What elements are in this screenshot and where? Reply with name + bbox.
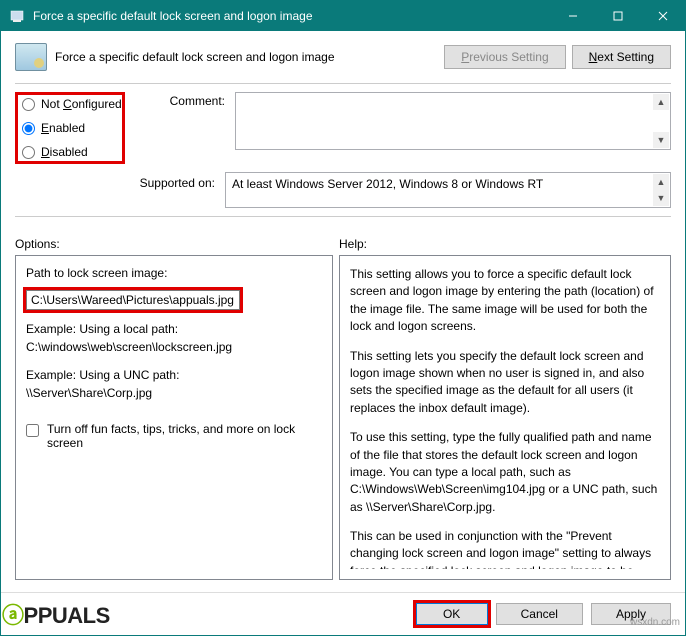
supported-text: At least Windows Server 2012, Windows 8 … xyxy=(232,177,543,191)
radio-not-configured-input[interactable] xyxy=(22,98,35,111)
header-row: Force a specific default lock screen and… xyxy=(15,43,671,71)
policy-header-icon xyxy=(15,43,47,71)
radio-disabled-input[interactable] xyxy=(22,146,35,159)
policy-title: Force a specific default lock screen and… xyxy=(55,50,444,64)
path-input[interactable] xyxy=(26,290,240,310)
example-unc-title: Example: Using a UNC path: xyxy=(26,366,322,384)
help-header: Help: xyxy=(339,237,367,251)
example-unc-path: \\Server\Share\Corp.jpg xyxy=(26,384,322,402)
options-header: Options: xyxy=(15,237,339,251)
divider xyxy=(15,216,671,217)
supported-box: At least Windows Server 2012, Windows 8 … xyxy=(225,172,671,208)
radio-disabled[interactable]: Disabled xyxy=(22,145,118,159)
minimize-button[interactable] xyxy=(550,1,595,31)
comment-label: Comment: xyxy=(145,92,235,108)
window-controls xyxy=(550,1,685,31)
example-local: Example: Using a local path: C:\windows\… xyxy=(26,320,322,356)
state-radio-group: Not Configured Enabled Disabled xyxy=(15,92,125,164)
turnoff-checkbox-label: Turn off fun facts, tips, tricks, and mo… xyxy=(47,422,322,450)
next-setting-button[interactable]: Next Setting xyxy=(572,45,671,69)
close-button[interactable] xyxy=(640,1,685,31)
content-area: Force a specific default lock screen and… xyxy=(1,31,685,592)
help-p1: This setting allows you to force a speci… xyxy=(350,266,658,336)
help-text[interactable]: This setting allows you to force a speci… xyxy=(350,266,660,569)
options-panel: Path to lock screen image: Example: Usin… xyxy=(15,255,333,580)
scroll-up-icon[interactable]: ▲ xyxy=(653,174,669,190)
supported-label: Supported on: xyxy=(15,172,225,190)
form-rows: Comment: ▲ ▼ xyxy=(145,92,671,164)
path-label: Path to lock screen image: xyxy=(26,266,322,280)
comment-textarea[interactable]: ▲ ▼ xyxy=(235,92,671,150)
scroll-up-icon[interactable]: ▲ xyxy=(653,94,669,110)
panels-header: Options: Help: xyxy=(15,237,671,251)
help-p4: This can be used in conjunction with the… xyxy=(350,528,658,569)
radio-enabled[interactable]: Enabled xyxy=(22,121,118,135)
help-panel: This setting allows you to force a speci… xyxy=(339,255,671,580)
divider xyxy=(15,83,671,84)
comment-row: Comment: ▲ ▼ xyxy=(145,92,671,150)
ok-button[interactable]: OK xyxy=(416,603,488,625)
button-bar: OK Cancel Apply xyxy=(1,592,685,635)
help-p2: This setting lets you specify the defaul… xyxy=(350,348,658,418)
state-section: Not Configured Enabled Disabled Comment:… xyxy=(15,92,671,164)
scroll-down-icon[interactable]: ▼ xyxy=(653,190,669,206)
turnoff-checkbox[interactable] xyxy=(26,424,39,437)
example-local-title: Example: Using a local path: xyxy=(26,320,322,338)
policy-icon xyxy=(9,8,25,24)
radio-enabled-input[interactable] xyxy=(22,122,35,135)
nav-buttons: Previous Setting Next Setting xyxy=(444,45,671,69)
help-p3: To use this setting, type the fully qual… xyxy=(350,429,658,516)
maximize-button[interactable] xyxy=(595,1,640,31)
panels: Path to lock screen image: Example: Usin… xyxy=(15,255,671,580)
radio-enabled-label: Enabled xyxy=(41,121,85,135)
radio-not-configured[interactable]: Not Configured xyxy=(22,97,118,111)
supported-row: Supported on: At least Windows Server 20… xyxy=(15,172,671,208)
example-local-path: C:\windows\web\screen\lockscreen.jpg xyxy=(26,338,322,356)
example-unc: Example: Using a UNC path: \\Server\Shar… xyxy=(26,366,322,402)
radio-disabled-label: Disabled xyxy=(41,145,88,159)
radio-not-configured-label: Not Configured xyxy=(41,97,122,111)
scroll-down-icon[interactable]: ▼ xyxy=(653,132,669,148)
apply-button[interactable]: Apply xyxy=(591,603,671,625)
previous-setting-button[interactable]: Previous Setting xyxy=(444,45,565,69)
turnoff-checkbox-row[interactable]: Turn off fun facts, tips, tricks, and mo… xyxy=(26,422,322,450)
window-title: Force a specific default lock screen and… xyxy=(33,9,550,23)
dialog-window: Force a specific default lock screen and… xyxy=(0,0,686,636)
titlebar: Force a specific default lock screen and… xyxy=(1,1,685,31)
cancel-button[interactable]: Cancel xyxy=(496,603,583,625)
